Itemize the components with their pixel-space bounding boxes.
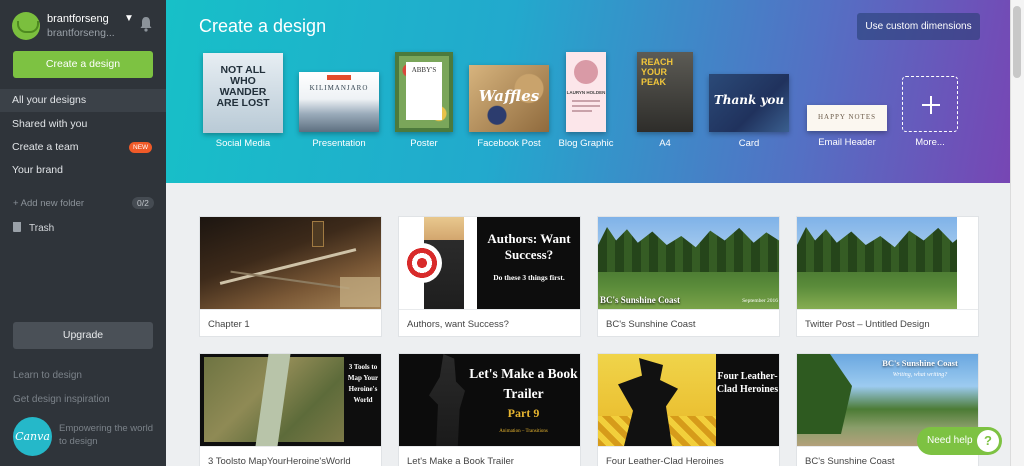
design-card[interactable]: Let's Make a Book Trailer Part 9 Animati… xyxy=(398,353,581,466)
thumbnail-text: KILIMANJARO xyxy=(309,84,369,92)
design-title: BC's Sunshine Coast xyxy=(606,319,696,330)
sidebar-item-all-designs[interactable]: All your designs xyxy=(0,89,175,112)
template-thumbnail: ABBY'S xyxy=(395,52,453,132)
tagline: Empowering the world to design xyxy=(59,423,153,447)
thumbnail-text: REACH YOUR PEAK xyxy=(641,57,674,87)
design-thumbnail-subtitle: Writing, what writing? xyxy=(892,372,948,378)
template-thumbnail: KILIMANJARO xyxy=(299,72,379,132)
avatar[interactable] xyxy=(12,12,40,40)
template-label: Blog Graphic xyxy=(558,138,614,149)
chevron-down-icon[interactable]: ▼ xyxy=(124,13,134,24)
design-title: BC's Sunshine Coast xyxy=(805,456,895,466)
template-label: Card xyxy=(738,138,760,149)
trash-icon xyxy=(13,222,21,232)
username: brantforseng xyxy=(47,13,109,25)
sidebar-item-label: Shared with you xyxy=(12,118,88,130)
canva-logo[interactable]: Canva xyxy=(13,417,52,456)
template-label: Social Media xyxy=(215,138,271,149)
bell-icon[interactable] xyxy=(139,16,153,32)
design-inspiration-link[interactable]: Get design inspiration xyxy=(13,394,110,405)
template-label: Presentation xyxy=(312,138,366,149)
help-label: Need help xyxy=(927,435,973,446)
design-thumbnail xyxy=(797,217,978,309)
add-folder-link[interactable]: + Add new folder xyxy=(13,198,84,209)
design-thumbnail-subtitle: Do these 3 things first. xyxy=(493,273,565,282)
design-thumbnail-subtitle: September 2016 xyxy=(742,298,778,304)
thumbnail-text: ABBY'S xyxy=(411,66,437,74)
design-title: Let's Make a Book Trailer xyxy=(407,456,514,466)
template-thumbnail: REACH YOUR PEAK xyxy=(637,52,693,132)
thumbnail-text: HAPPY NOTES xyxy=(818,113,876,121)
template-thumbnail: Waffles xyxy=(469,65,549,132)
plus-icon xyxy=(902,76,958,132)
design-thumbnail-title: BC's Sunshine Coast xyxy=(882,358,958,368)
design-thumbnail-title: Let's Make a Book Trailer xyxy=(469,366,578,401)
question-icon: ? xyxy=(977,430,999,452)
sidebar-item-shared[interactable]: Shared with you xyxy=(0,113,166,136)
template-label: More... xyxy=(915,137,945,148)
design-thumbnail: 3 Tools to Map Your Heroine's World xyxy=(200,354,381,446)
template-label: Facebook Post xyxy=(477,138,541,149)
design-card[interactable]: Twitter Post – Untitled Design xyxy=(796,216,979,337)
new-badge: NEW xyxy=(129,142,153,153)
sidebar-item-label: Your brand xyxy=(12,164,63,176)
create-design-button[interactable]: Create a design xyxy=(13,51,153,78)
design-title: Twitter Post – Untitled Design xyxy=(805,319,930,330)
design-card[interactable]: Four Leather-Clad Heroines Four Leather-… xyxy=(597,353,780,466)
design-card[interactable]: Chapter 1 xyxy=(199,216,382,337)
design-thumbnail-title: Four Leather-Clad Heroines xyxy=(716,371,779,395)
template-thumbnail: HAPPY NOTES xyxy=(807,105,887,131)
thumbnail-text: LAURYN HOLDEN xyxy=(566,90,606,95)
template-label: Poster xyxy=(410,138,438,149)
design-thumbnail-title: 3 Tools to Map Your Heroine's World xyxy=(347,363,379,404)
folder-count-badge: 0/2 xyxy=(132,197,154,209)
design-thumbnail-title: BC's Sunshine Coast xyxy=(600,295,681,305)
design-title: 3 Toolsto MapYourHeroine'sWorld xyxy=(208,456,351,466)
sidebar-item-trash[interactable]: Trash xyxy=(13,222,54,234)
template-thumbnail: Thank you xyxy=(709,74,789,132)
design-title: Authors, want Success? xyxy=(407,319,509,330)
design-thumbnail: BC's Sunshine Coast September 2016 xyxy=(598,217,779,309)
thumbnail-text: Waffles xyxy=(478,87,540,105)
template-label: Email Header xyxy=(818,137,876,148)
design-card[interactable]: Authors: Want Success? Do these 3 things… xyxy=(398,216,581,337)
design-thumbnail xyxy=(200,217,381,309)
design-thumbnail: Four Leather-Clad Heroines xyxy=(598,354,779,446)
design-thumbnail-subtitle: Part 9 xyxy=(507,406,540,420)
trash-label: Trash xyxy=(29,223,55,234)
custom-dimensions-button[interactable]: Use custom dimensions xyxy=(857,13,980,40)
design-title: Chapter 1 xyxy=(208,319,250,330)
learn-to-design-link[interactable]: Learn to design xyxy=(13,370,82,381)
create-design-panel: Create a design Use custom dimensions NO… xyxy=(166,0,1010,183)
sidebar-item-label: Create a team xyxy=(12,141,79,153)
template-thumbnail: LAURYN HOLDEN xyxy=(566,52,606,132)
panel-title: Create a design xyxy=(199,16,327,36)
scrollbar-thumb[interactable] xyxy=(1013,6,1021,78)
template-label: A4 xyxy=(659,138,671,149)
sidebar-item-brand[interactable]: Your brand xyxy=(0,159,166,182)
design-thumbnail-title: Authors: Want Success? xyxy=(487,231,571,262)
design-thumbnail: Let's Make a Book Trailer Part 9 Animati… xyxy=(399,354,580,446)
sidebar-item-create-team[interactable]: Create a team NEW xyxy=(0,136,166,159)
design-thumbnail-caption: Animation – Transitions xyxy=(499,429,548,434)
thumbnail-text: Thank you xyxy=(713,93,785,107)
need-help-button[interactable]: Need help ? xyxy=(917,427,1002,455)
username-secondary: brantforseng... xyxy=(47,27,115,39)
design-card[interactable]: BC's Sunshine Coast September 2016 BC's … xyxy=(597,216,780,337)
design-thumbnail: Authors: Want Success? Do these 3 things… xyxy=(399,217,580,309)
thumbnail-text: NOT ALL WHO WANDER ARE LOST xyxy=(216,64,270,109)
sidebar: brantforseng brantforseng... ▼ Create a … xyxy=(0,0,175,466)
sidebar-item-label: All your designs xyxy=(12,94,87,106)
upgrade-button[interactable]: Upgrade xyxy=(13,322,153,349)
design-title: Four Leather-Clad Heroines xyxy=(606,456,724,466)
template-thumbnail: NOT ALL WHO WANDER ARE LOST xyxy=(203,53,283,133)
design-card[interactable]: 3 Tools to Map Your Heroine's World 3 To… xyxy=(199,353,382,466)
